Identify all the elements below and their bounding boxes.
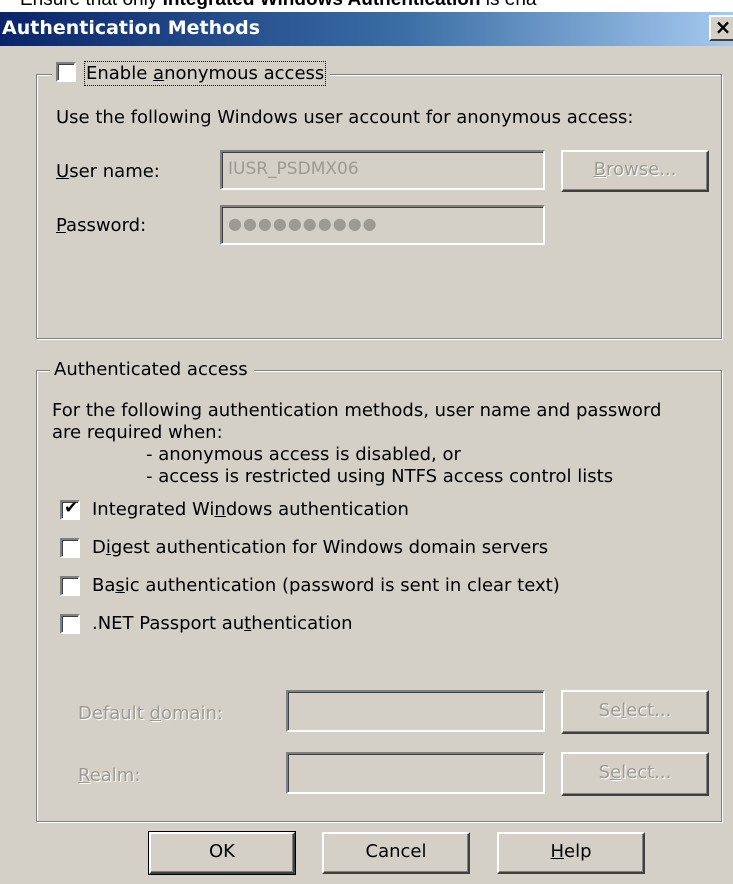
realm-select-button[interactable]: Select... (561, 752, 709, 796)
authenticated-access-legend: Authenticated access (50, 358, 254, 382)
enable-anonymous-checkbox[interactable] (56, 62, 76, 82)
condition-ntfs-restricted: - access is restricted using NTFS access… (146, 466, 614, 487)
realm-field[interactable] (286, 752, 545, 794)
anonymous-access-legend: Enable anonymous access (52, 61, 331, 90)
authenticated-description-line2: are required when: (52, 422, 223, 443)
window-title: Authentication Methods (2, 17, 261, 39)
passport-auth-label[interactable]: .NET Passport authentication (92, 612, 353, 636)
default-domain-field[interactable] (286, 690, 545, 732)
passport-auth-checkbox[interactable] (60, 614, 80, 634)
authentication-methods-dialog: Authentication Methods × Enable anonymou… (0, 12, 733, 884)
authenticated-description-line1: For the following authentication methods… (52, 400, 662, 421)
digest-auth-label[interactable]: Digest authentication for Windows domain… (92, 536, 548, 560)
browse-button[interactable]: Browse... (561, 150, 709, 192)
default-domain-select-button[interactable]: Select... (561, 690, 709, 734)
password-field[interactable]: ●●●●●●●●●● (220, 205, 545, 245)
basic-auth-checkbox[interactable] (60, 576, 80, 596)
caption-text: Ensure that only (20, 0, 163, 10)
basic-auth-label[interactable]: Basic authentication (password is sent i… (92, 574, 560, 598)
instruction-caption: Ensure that only Integrated Windows Auth… (0, 0, 733, 11)
password-label: Password: (56, 215, 147, 236)
anonymous-description: Use the following Windows user account f… (56, 107, 634, 128)
cancel-button[interactable]: Cancel (322, 832, 470, 874)
enable-anonymous-label[interactable]: Enable anonymous access (83, 61, 327, 86)
condition-anonymous-disabled: - anonymous access is disabled, or (146, 444, 461, 465)
username-label: User name: (56, 161, 160, 182)
close-icon: × (714, 15, 732, 39)
username-field[interactable]: IUSR_PSDMX06 (220, 150, 545, 190)
digest-auth-checkbox[interactable] (60, 538, 80, 558)
caption-suffix-text: is ena (481, 0, 537, 10)
title-bar: Authentication Methods × (0, 12, 733, 46)
help-button[interactable]: Help (497, 832, 645, 874)
caption-bold-text: Integrated Windows Authentication (163, 0, 481, 10)
close-button[interactable]: × (709, 15, 733, 41)
ok-button[interactable]: OK (148, 831, 296, 875)
default-domain-label: Default domain: (78, 703, 223, 724)
integrated-windows-label[interactable]: Integrated Windows authentication (92, 498, 409, 522)
realm-label: Realm: (78, 765, 141, 786)
integrated-windows-checkbox[interactable]: ✔ (60, 498, 80, 520)
checkmark-icon: ✔ (64, 498, 79, 518)
